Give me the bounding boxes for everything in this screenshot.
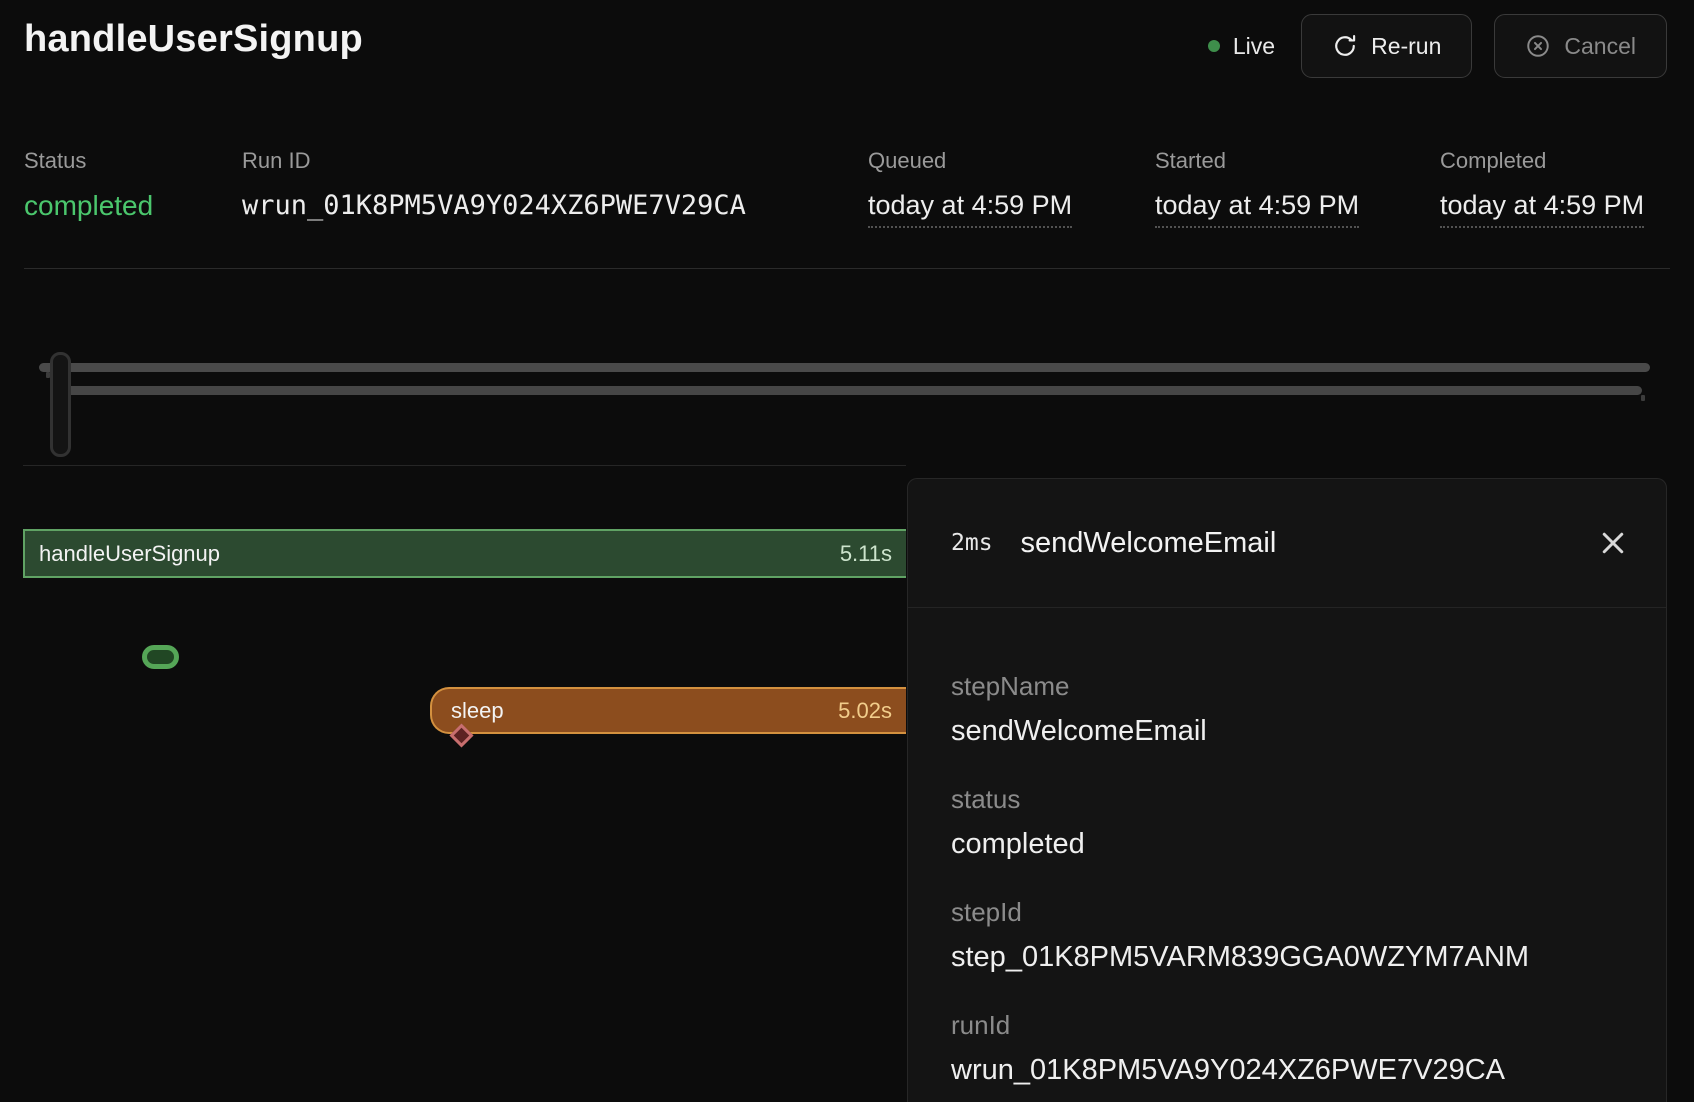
minimap-span-root: [39, 363, 1650, 372]
meta-run-id: Run ID wrun_01K8PM5VA9Y024XZ6PWE7V29CA: [242, 148, 746, 221]
field-status: status completed: [951, 783, 1623, 863]
span-name: sleep: [451, 698, 504, 724]
circle-x-icon: [1525, 33, 1551, 59]
header-divider: [24, 268, 1670, 269]
live-label: Live: [1233, 33, 1275, 60]
workflow-run-page: handleUserSignup Live Re-run Cancel: [0, 0, 1694, 1102]
started-label: Started: [1155, 148, 1359, 174]
span-duration: 5.02s: [838, 698, 892, 724]
waterfall-divider: [23, 465, 906, 466]
meta-completed: Completed today at 4:59 PM: [1440, 148, 1644, 228]
step-detail-panel: 2ms sendWelcomeEmail stepName sendWelcom…: [907, 478, 1667, 1102]
minimap-span-sleep: [58, 386, 1642, 395]
completed-value[interactable]: today at 4:59 PM: [1440, 190, 1644, 228]
field-stepId: stepId step_01K8PM5VARM839GGA0WZYM7ANM: [951, 896, 1623, 976]
field-stepName: stepName sendWelcomeEmail: [951, 670, 1623, 750]
cancel-button[interactable]: Cancel: [1494, 14, 1667, 78]
rerun-label: Re-run: [1371, 33, 1441, 60]
minimap-tick: [1641, 395, 1645, 401]
run-id-value: wrun_01K8PM5VA9Y024XZ6PWE7V29CA: [242, 190, 746, 221]
panel-step-title: sendWelcomeEmail: [1021, 527, 1277, 560]
close-icon: [1598, 528, 1628, 558]
field-value: wrun_01K8PM5VA9Y024XZ6PWE7V29CA: [951, 1051, 1623, 1089]
panel-body: stepName sendWelcomeEmail status complet…: [908, 608, 1666, 1089]
field-label: stepId: [951, 896, 1623, 929]
run-id-label: Run ID: [242, 148, 746, 174]
header-actions: Live Re-run Cancel: [1208, 14, 1667, 78]
meta-started: Started today at 4:59 PM: [1155, 148, 1359, 228]
span-bar-sleep[interactable]: sleep 5.02s: [430, 687, 906, 734]
live-dot-icon: [1208, 40, 1220, 52]
status-value: completed: [24, 190, 153, 222]
span-bar-sendWelcomeEmail[interactable]: [142, 645, 179, 669]
page-title: handleUserSignup: [24, 18, 363, 61]
span-duration: 5.11s: [840, 541, 892, 567]
rerun-button[interactable]: Re-run: [1301, 14, 1472, 78]
completed-label: Completed: [1440, 148, 1644, 174]
meta-status: Status completed: [24, 148, 153, 222]
field-value: step_01K8PM5VARM839GGA0WZYM7ANM: [951, 938, 1623, 976]
field-label: status: [951, 783, 1623, 816]
field-label: stepName: [951, 670, 1623, 703]
panel-header: 2ms sendWelcomeEmail: [908, 479, 1666, 608]
queued-value[interactable]: today at 4:59 PM: [868, 190, 1072, 228]
span-bar-handleUserSignup[interactable]: handleUserSignup 5.11s: [23, 529, 906, 578]
field-value: completed: [951, 825, 1623, 863]
field-value: sendWelcomeEmail: [951, 712, 1623, 750]
status-label: Status: [24, 148, 153, 174]
field-runId: runId wrun_01K8PM5VA9Y024XZ6PWE7V29CA: [951, 1009, 1623, 1089]
field-label: runId: [951, 1009, 1623, 1042]
minimap-brush-handle[interactable]: [50, 352, 71, 457]
refresh-icon: [1332, 33, 1358, 59]
meta-queued: Queued today at 4:59 PM: [868, 148, 1072, 228]
panel-step-duration: 2ms: [951, 530, 993, 556]
span-name: handleUserSignup: [39, 541, 220, 567]
live-indicator[interactable]: Live: [1208, 33, 1275, 60]
started-value[interactable]: today at 4:59 PM: [1155, 190, 1359, 228]
queued-label: Queued: [868, 148, 1072, 174]
cancel-label: Cancel: [1564, 33, 1636, 60]
panel-close-button[interactable]: [1590, 520, 1636, 566]
